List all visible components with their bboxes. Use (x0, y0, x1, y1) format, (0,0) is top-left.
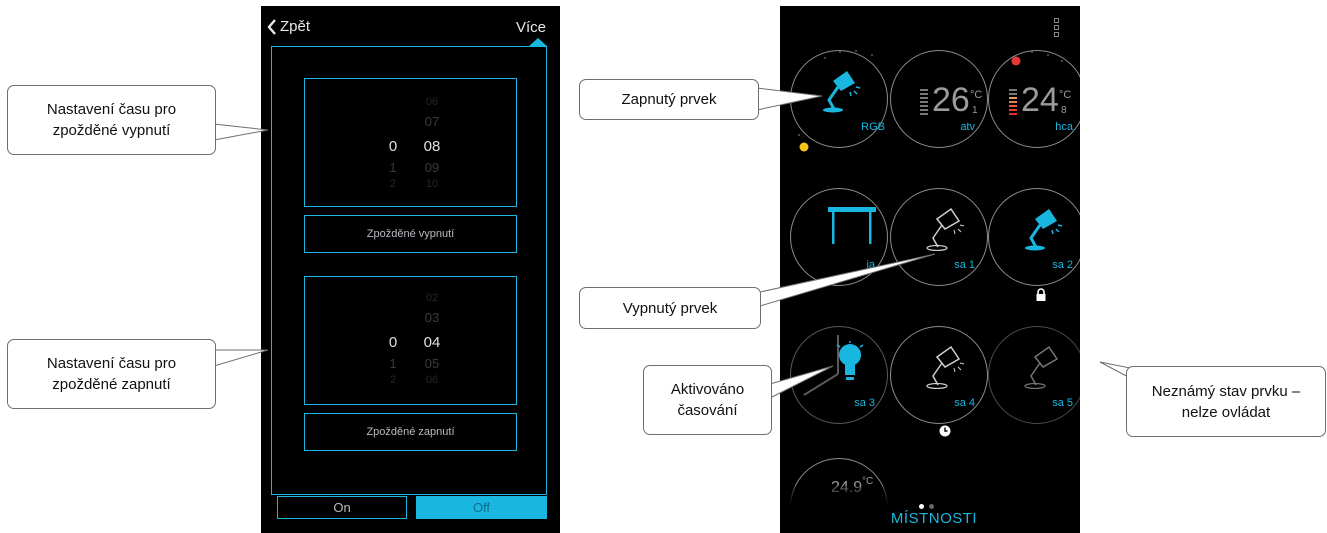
page-dot (929, 504, 934, 509)
delayed-off-button[interactable]: Zpožděné vypnutí (304, 215, 517, 253)
hour-option: 2 (389, 374, 397, 386)
tile-label: sa 1 (954, 259, 975, 271)
callout-line: zpožděné vypnutí (52, 122, 171, 139)
temperature-decimal: 1 (972, 105, 978, 116)
tile-label: ia (866, 259, 875, 271)
callout-line: zpožděné zapnutí (52, 376, 171, 393)
temperature-unit: °C (970, 89, 983, 101)
tile-ia[interactable]: ia (790, 188, 888, 286)
temperature-unit: °C (1059, 89, 1072, 101)
back-button[interactable]: Zpět (267, 18, 310, 35)
hour-selected: 0 (388, 138, 398, 155)
callout-delay-on: Nastavení času pro zpožděné zapnutí (7, 339, 216, 409)
minute-option: 06 (425, 374, 439, 386)
dashboard-screen: RGB 26 °C 1 atv 24 °C 8 hca ia sa 1 sa 2… (780, 6, 1080, 533)
hour-option: 1 (389, 160, 397, 175)
minute-option: 09 (424, 160, 440, 175)
hour-option: 2 (389, 178, 397, 190)
tile-sa2[interactable]: sa 2 (988, 188, 1080, 286)
table-icon (828, 207, 876, 244)
hour-option: 1 (389, 356, 397, 371)
bulb-icon (836, 341, 864, 380)
temperature-decimal: 8 (1061, 105, 1067, 116)
callout-timer-active: Aktivováno časování (643, 365, 772, 435)
callout-unknown-state: Neznámý stav prvku – nelze ovládat (1126, 366, 1326, 437)
minute-option: 10 (425, 178, 439, 190)
desk-lamp-icon (926, 207, 965, 251)
tile-sa5: sa 5 (988, 326, 1080, 424)
hour-selected: 0 (388, 334, 398, 351)
tile-label: sa 2 (1052, 259, 1073, 271)
desk-lamp-icon (1025, 209, 1063, 251)
minute-selected: 08 (423, 138, 441, 155)
minute-selected: 04 (423, 334, 441, 351)
callout-delay-off: Nastavení času pro zpožděné vypnutí (7, 85, 216, 155)
minute-option: 02 (425, 292, 439, 304)
tile-hca[interactable]: 24 °C 8 hca (988, 50, 1080, 148)
tile-label: sa 5 (1052, 397, 1073, 409)
delayed-on-button[interactable]: Zpožděné zapnutí (304, 413, 517, 451)
callout-line: Neznámý stav prvku – (1151, 382, 1301, 400)
toggle-off-button[interactable]: Off (416, 496, 547, 519)
more-button[interactable]: Více (516, 19, 546, 36)
callout-line: Nastavení času pro (46, 355, 177, 372)
callout-line: Nastavení času pro (46, 101, 177, 118)
tile-sa1[interactable]: sa 1 (890, 188, 988, 286)
tile-label: sa 4 (954, 397, 975, 409)
temperature-bars (1009, 89, 1017, 117)
desk-lamp-icon (1024, 345, 1059, 389)
lock-icon (1036, 288, 1046, 301)
delay-off-time-picker[interactable]: 0 1 2 06 07 08 09 10 (304, 78, 517, 207)
callout-line: časování (677, 402, 738, 419)
back-label: Zpět (280, 18, 311, 35)
callout-off-item: Vypnutý prvek (579, 287, 761, 329)
tile-atv[interactable]: 26 °C 1 atv (890, 50, 988, 148)
rooms-tab[interactable]: MÍSTNOSTI (884, 510, 984, 527)
tile-rgb[interactable]: RGB (790, 50, 888, 148)
toggle-on-button[interactable]: On (277, 496, 407, 519)
tile-label: RGB (861, 121, 885, 133)
temperature-value: 24 (1021, 81, 1059, 119)
callout-on-item: Zapnutý prvek (579, 79, 759, 120)
minute-option: 03 (424, 310, 440, 325)
minute-option: 07 (424, 114, 440, 129)
tile-sa3[interactable]: sa 3 (790, 326, 888, 424)
callout-line: Aktivováno (670, 381, 745, 398)
desk-lamp-icon (823, 71, 861, 113)
timer-settings-screen: Zpět Více 0 1 2 06 07 08 09 10 Zpožděné … (261, 6, 560, 533)
rgb-color-dot (799, 142, 809, 152)
tile-sa4[interactable]: sa 4 (890, 326, 988, 424)
tile-label: hca (1055, 121, 1073, 133)
chevron-left-icon (267, 18, 276, 35)
minute-option: 05 (424, 356, 440, 371)
callout-line: nelze ovládat (1181, 403, 1271, 421)
page-dot-active (919, 504, 924, 509)
temperature-bars (920, 89, 928, 117)
delay-on-time-picker[interactable]: 0 1 2 02 03 04 05 06 (304, 276, 517, 405)
minute-option: 06 (425, 96, 439, 108)
desk-lamp-icon (926, 345, 965, 389)
clock-icon (939, 425, 951, 437)
tile-label: atv (960, 121, 975, 133)
tile-label: sa 3 (854, 397, 875, 409)
temperature-value: 26 (932, 81, 970, 119)
